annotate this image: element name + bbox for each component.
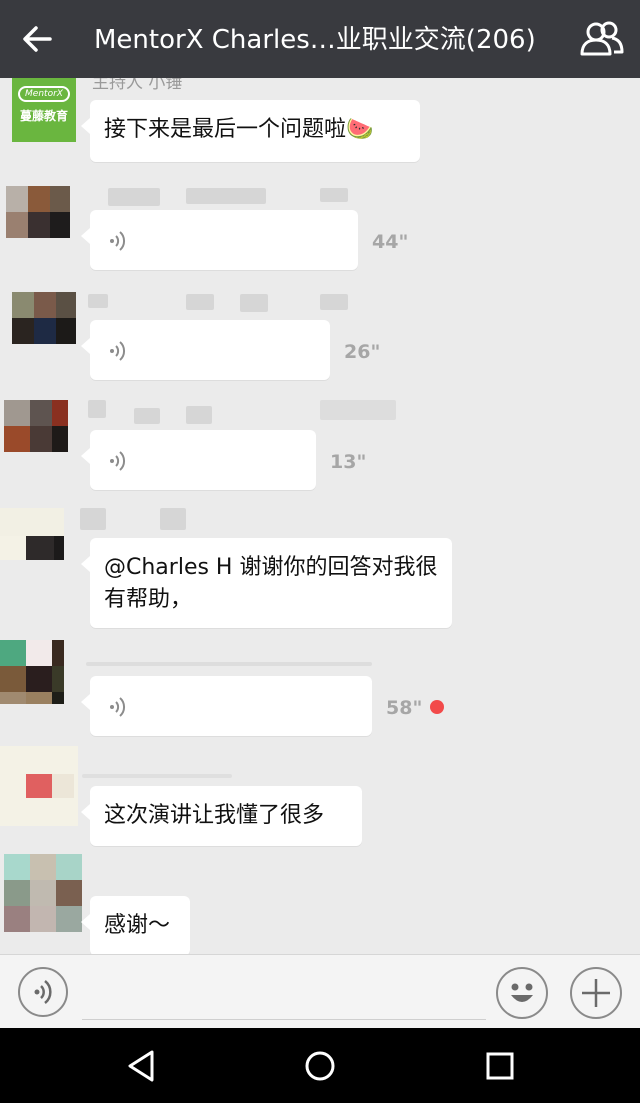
system-navigation-bar — [0, 1028, 640, 1103]
message-text: @Charles H 谢谢你的回答对我很有帮助， — [104, 555, 438, 612]
blurred-sender-name — [86, 662, 372, 666]
unread-dot — [430, 700, 444, 714]
nav-back-button[interactable] — [120, 1044, 164, 1088]
blurred-sender-name — [160, 508, 186, 530]
voice-message-bubble[interactable] — [81, 676, 372, 736]
nav-recents-button[interactable] — [478, 1044, 522, 1088]
blurred-sender-name — [82, 774, 232, 778]
message-list[interactable]: MentorX 蔓藤教育 主持人 小锤 接下来是最后一个问题啦🍉 44" 26"… — [0, 78, 640, 954]
blurred-sender-name — [108, 188, 160, 206]
avatar[interactable] — [0, 640, 64, 704]
text-message-bubble[interactable]: 感谢〜 — [81, 896, 190, 954]
blurred-sender-name — [186, 294, 214, 310]
blurred-sender-name — [80, 508, 106, 530]
voice-duration: 44" — [372, 231, 409, 253]
nav-recents-square-icon — [486, 1052, 514, 1080]
avatar[interactable]: MentorX 蔓藤教育 — [12, 78, 76, 142]
avatar[interactable] — [0, 508, 64, 572]
blurred-sender-name — [186, 406, 212, 424]
emoji-icon — [511, 983, 533, 1002]
voice-message-bubble[interactable] — [81, 320, 330, 380]
avatar[interactable] — [0, 746, 78, 826]
back-button[interactable] — [14, 18, 62, 60]
avatar[interactable] — [4, 400, 68, 464]
voice-input-icon — [34, 980, 52, 1004]
blurred-sender-name — [88, 400, 106, 418]
emoji-button[interactable] — [496, 967, 548, 1019]
avatar[interactable] — [6, 186, 70, 250]
group-members-button[interactable] — [574, 16, 630, 62]
blurred-sender-name — [320, 400, 396, 420]
voice-wave-icon — [110, 451, 126, 471]
voice-duration: 13" — [330, 451, 367, 473]
text-message-bubble[interactable]: 这次演讲让我懂了很多 — [81, 786, 362, 846]
blurred-sender-name — [240, 294, 268, 312]
avatar[interactable] — [4, 854, 82, 932]
text-message-bubble[interactable]: @Charles H 谢谢你的回答对我很有帮助， — [81, 538, 452, 628]
voice-message-bubble[interactable] — [81, 430, 316, 490]
nav-home-circle-icon — [305, 1051, 335, 1081]
voice-wave-icon — [110, 341, 126, 361]
message-text: 这次演讲让我懂了很多 — [104, 803, 325, 828]
message-input[interactable] — [82, 965, 486, 1020]
avatar[interactable] — [12, 292, 76, 356]
arrow-left-icon — [23, 26, 52, 52]
avatar-brand-text: MentorX — [25, 89, 63, 99]
voice-wave-icon — [110, 697, 126, 717]
blurred-sender-name — [186, 188, 266, 204]
blurred-sender-name — [320, 294, 348, 310]
chat-header: MentorX Charles…业职业交流(206) — [0, 0, 640, 78]
blurred-sender-name — [320, 188, 348, 202]
message-text: 感谢〜 — [104, 913, 171, 938]
voice-duration: 26" — [344, 341, 381, 363]
nav-back-triangle-icon — [128, 1050, 154, 1082]
blurred-sender-name — [134, 408, 160, 424]
blurred-sender-name — [88, 294, 108, 308]
voice-duration: 58" — [386, 697, 423, 719]
plus-icon — [582, 979, 610, 1007]
more-options-button[interactable] — [570, 967, 622, 1019]
voice-input-button[interactable] — [18, 967, 68, 1017]
voice-message-bubble[interactable] — [81, 210, 358, 270]
chat-title: MentorX Charles…业职业交流(206) — [94, 25, 536, 55]
voice-wave-icon — [110, 231, 126, 251]
input-bar — [0, 954, 640, 1029]
message-text: 接下来是最后一个问题啦🍉 — [104, 117, 374, 142]
group-members-icon — [580, 21, 624, 56]
text-message-bubble[interactable]: 接下来是最后一个问题啦🍉 — [81, 100, 420, 162]
nav-home-button[interactable] — [298, 1044, 342, 1088]
sender-name: 主持人 小锤 — [92, 78, 183, 93]
avatar-brand-subtext: 蔓藤教育 — [19, 109, 68, 123]
